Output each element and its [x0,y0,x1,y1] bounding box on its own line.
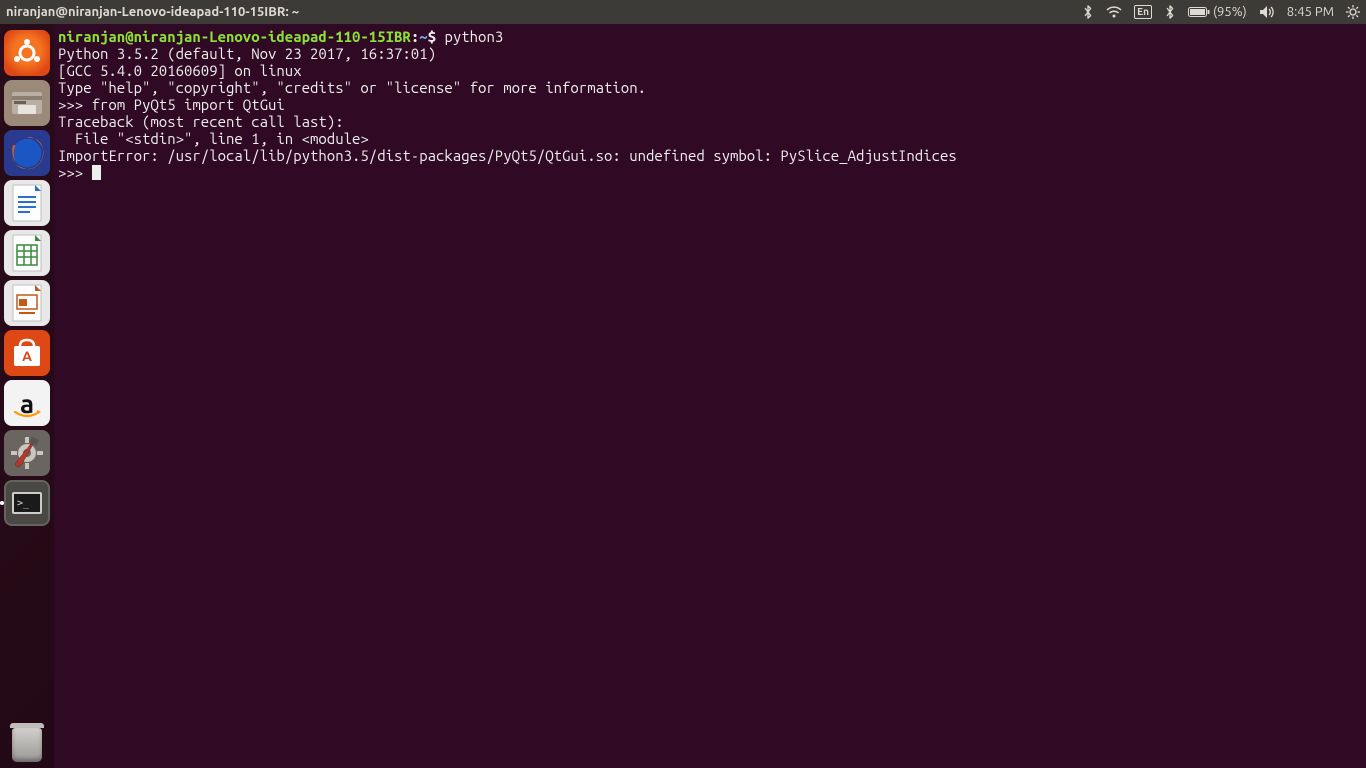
launcher-libreoffice-writer[interactable] [4,180,50,226]
unity-launcher: A a >_ [0,24,54,768]
launcher-libreoffice-impress[interactable] [4,280,50,326]
battery-text: (95%) [1213,5,1247,19]
terminal-line: Python 3.5.2 (default, Nov 23 2017, 16:3… [58,45,444,62]
prompt-user: niranjan@niranjan-Lenovo-ideapad-110-15I… [58,28,411,45]
terminal-line: >>> from PyQt5 import QtGui [58,96,285,113]
bluetooth-icon[interactable] [1082,5,1094,19]
clock[interactable]: 8:45 PM [1287,5,1334,19]
window-title: niranjan@niranjan-Lenovo-ideapad-110-15I… [6,5,299,19]
launcher-terminal[interactable]: >_ [4,480,50,526]
battery-indicator[interactable]: (95%) [1188,5,1247,19]
volume-icon[interactable] [1259,5,1275,19]
bluetooth-icon-2[interactable] [1164,5,1176,19]
terminal-line: [GCC 5.4.0 20160609] on linux [58,62,302,79]
launcher-trash[interactable] [4,722,50,768]
launcher-ubuntu-dash[interactable] [4,30,50,76]
session-gear-icon[interactable] [1346,5,1360,19]
repl-prompt: >>> [58,164,92,181]
launcher-amazon[interactable]: a [4,380,50,426]
prompt-sep: : [411,28,419,45]
prompt-path: ~ [419,28,427,45]
top-menubar: niranjan@niranjan-Lenovo-ideapad-110-15I… [0,0,1366,24]
svg-text:A: A [22,348,32,364]
input-source-indicator[interactable]: En [1134,5,1152,19]
launcher-system-settings[interactable] [4,430,50,476]
terminal-line: File "<stdin>", line 1, in <module> [58,130,369,147]
terminal-window[interactable]: niranjan@niranjan-Lenovo-ideapad-110-15I… [54,24,1366,768]
terminal-line: Traceback (most recent call last): [58,113,344,130]
cursor [92,165,101,180]
terminal-line: Type "help", "copyright", "credits" or "… [58,79,646,96]
system-indicators: En (95%) 8:45 PM [1082,5,1360,19]
terminal-icon: >_ [12,492,42,514]
terminal-line: ImportError: /usr/local/lib/python3.5/di… [58,147,957,164]
launcher-firefox[interactable] [4,130,50,176]
entered-command: python3 [444,28,503,45]
launcher-files[interactable] [4,80,50,126]
launcher-libreoffice-calc[interactable] [4,230,50,276]
prompt-end: $ [428,28,445,45]
network-icon[interactable] [1106,5,1122,19]
launcher-ubuntu-software[interactable]: A [4,330,50,376]
trash-icon [12,728,42,762]
